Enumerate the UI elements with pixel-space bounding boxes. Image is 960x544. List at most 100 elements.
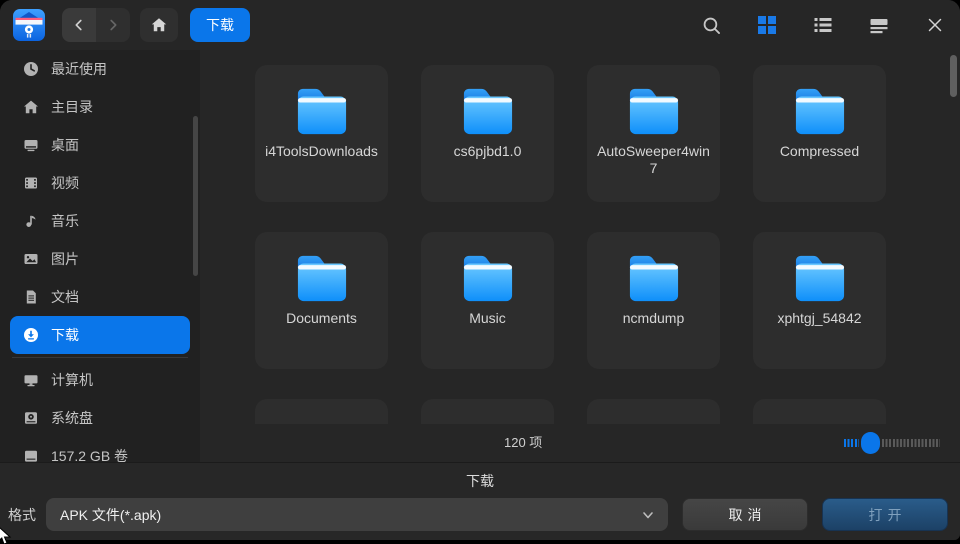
close-window-button[interactable] <box>924 14 946 36</box>
sidebar-item-label: 计算机 <box>51 370 93 390</box>
home-icon <box>23 99 39 115</box>
detail-view-icon <box>869 15 889 35</box>
cancel-button[interactable]: 取消 <box>682 498 808 531</box>
folder-icon <box>291 252 353 304</box>
sidebar: 最近使用 主目录 桌面 <box>0 50 200 462</box>
folder-tile[interactable]: Compressed <box>753 65 886 202</box>
film-icon <box>23 175 39 191</box>
sidebar-item-label: 主目录 <box>51 97 93 117</box>
breadcrumb-current-folder[interactable]: 下载 <box>190 8 250 42</box>
sidebar-item-label: 图片 <box>51 249 79 269</box>
sidebar-item-label: 最近使用 <box>51 59 107 79</box>
list-view-button[interactable] <box>812 14 834 36</box>
sidebar-item-pictures[interactable]: 图片 <box>10 240 190 278</box>
content-scrollbar[interactable] <box>950 55 957 97</box>
sidebar-item-label: 157.2 GB 卷 <box>51 446 128 466</box>
sidebar-item-label: 系统盘 <box>51 408 93 428</box>
folder-tile[interactable]: ncmdump <box>587 232 720 369</box>
folder-icon <box>457 85 519 137</box>
folder-name: i4ToolsDownloads <box>257 143 386 160</box>
sidebar-item-home[interactable]: 主目录 <box>10 88 190 126</box>
sidebar-item-videos[interactable]: 视频 <box>10 164 190 202</box>
titlebar: 下载 <box>0 0 960 50</box>
home-icon <box>150 16 168 34</box>
statusbar: 120 项 <box>200 424 960 462</box>
sidebar-item-label: 下载 <box>51 325 79 345</box>
folder-icon <box>623 85 685 137</box>
sidebar-item-computer[interactable]: 计算机 <box>10 361 190 399</box>
drive-icon <box>23 448 39 464</box>
file-dialog-window: 下载 <box>0 0 960 540</box>
music-note-icon <box>23 213 39 229</box>
chevron-down-icon <box>640 507 656 523</box>
slider-ticks-right <box>882 439 940 447</box>
sidebar-item-label: 视频 <box>51 173 79 193</box>
folder-name: xphtgj_54842 <box>769 310 869 327</box>
sidebar-item-desktop[interactable]: 桌面 <box>10 126 190 164</box>
file-format-value: APK 文件(*.apk) <box>60 505 640 525</box>
file-format-select[interactable]: APK 文件(*.apk) <box>46 498 668 531</box>
detail-view-button[interactable] <box>868 14 890 36</box>
folder-grid: i4ToolsDownloads cs6pjbd1.0 AutoSweeper4… <box>200 50 960 424</box>
folder-name: cs6pjbd1.0 <box>446 143 530 160</box>
sidebar-item-label: 文档 <box>51 287 79 307</box>
cancel-label: 取消 <box>729 505 767 525</box>
slider-ticks-left <box>844 439 859 447</box>
sidebar-scrollbar[interactable] <box>193 116 198 276</box>
folder-icon <box>623 252 685 304</box>
disk-icon <box>23 410 39 426</box>
folder-tile-partial[interactable] <box>255 399 388 424</box>
folder-name: Compressed <box>772 143 867 160</box>
folder-icon <box>291 85 353 137</box>
folder-tile[interactable]: i4ToolsDownloads <box>255 65 388 202</box>
folder-tile[interactable]: AutoSweeper4win7 <box>587 65 720 202</box>
sidebar-item-music[interactable]: 音乐 <box>10 202 190 240</box>
list-view-icon <box>813 15 833 35</box>
computer-icon <box>23 372 39 388</box>
sidebar-item-label: 音乐 <box>51 211 79 231</box>
sidebar-item-downloads[interactable]: 下载 <box>10 316 190 354</box>
mouse-cursor <box>0 526 13 544</box>
clock-icon <box>23 61 39 77</box>
nav-pill <box>62 8 130 42</box>
open-label: 打开 <box>869 505 907 525</box>
sidebar-item-recent[interactable]: 最近使用 <box>10 50 190 88</box>
chevron-right-icon <box>104 16 122 34</box>
folder-tile[interactable]: xphtgj_54842 <box>753 232 886 369</box>
open-button[interactable]: 打开 <box>822 498 948 531</box>
file-manager-app-icon <box>12 8 46 42</box>
grid-view-button[interactable] <box>756 14 778 36</box>
chevron-left-icon <box>70 16 88 34</box>
folder-tile-partial[interactable] <box>753 399 886 424</box>
slider-thumb[interactable] <box>861 432 880 454</box>
folder-icon <box>789 85 851 137</box>
item-count: 120 项 <box>504 432 542 451</box>
folder-icon <box>457 252 519 304</box>
folder-tile[interactable]: Music <box>421 232 554 369</box>
icon-size-slider[interactable] <box>844 432 940 454</box>
sidebar-item-volume[interactable]: 157.2 GB 卷 <box>10 437 190 475</box>
folder-view: i4ToolsDownloads cs6pjbd1.0 AutoSweeper4… <box>200 50 960 462</box>
search-icon <box>701 15 722 36</box>
forward-button[interactable] <box>96 8 130 42</box>
format-label: 格式 <box>8 505 36 525</box>
folder-tile[interactable]: cs6pjbd1.0 <box>421 65 554 202</box>
download-icon <box>23 327 39 343</box>
folder-name: Music <box>461 310 514 327</box>
sidebar-item-system-disk[interactable]: 系统盘 <box>10 399 190 437</box>
folder-icon <box>789 252 851 304</box>
folder-tile-partial[interactable] <box>421 399 554 424</box>
search-button[interactable] <box>700 14 722 36</box>
folder-tile-partial[interactable] <box>587 399 720 424</box>
folder-name: AutoSweeper4win7 <box>587 143 720 177</box>
sidebar-item-documents[interactable]: 文档 <box>10 278 190 316</box>
sidebar-separator <box>12 357 188 358</box>
folder-tile[interactable]: Documents <box>255 232 388 369</box>
close-icon <box>925 15 945 35</box>
grid-view-icon <box>757 15 777 35</box>
home-button[interactable] <box>140 8 178 42</box>
document-icon <box>23 289 39 305</box>
desktop-icon <box>23 137 39 153</box>
back-button[interactable] <box>62 8 96 42</box>
picture-icon <box>23 251 39 267</box>
